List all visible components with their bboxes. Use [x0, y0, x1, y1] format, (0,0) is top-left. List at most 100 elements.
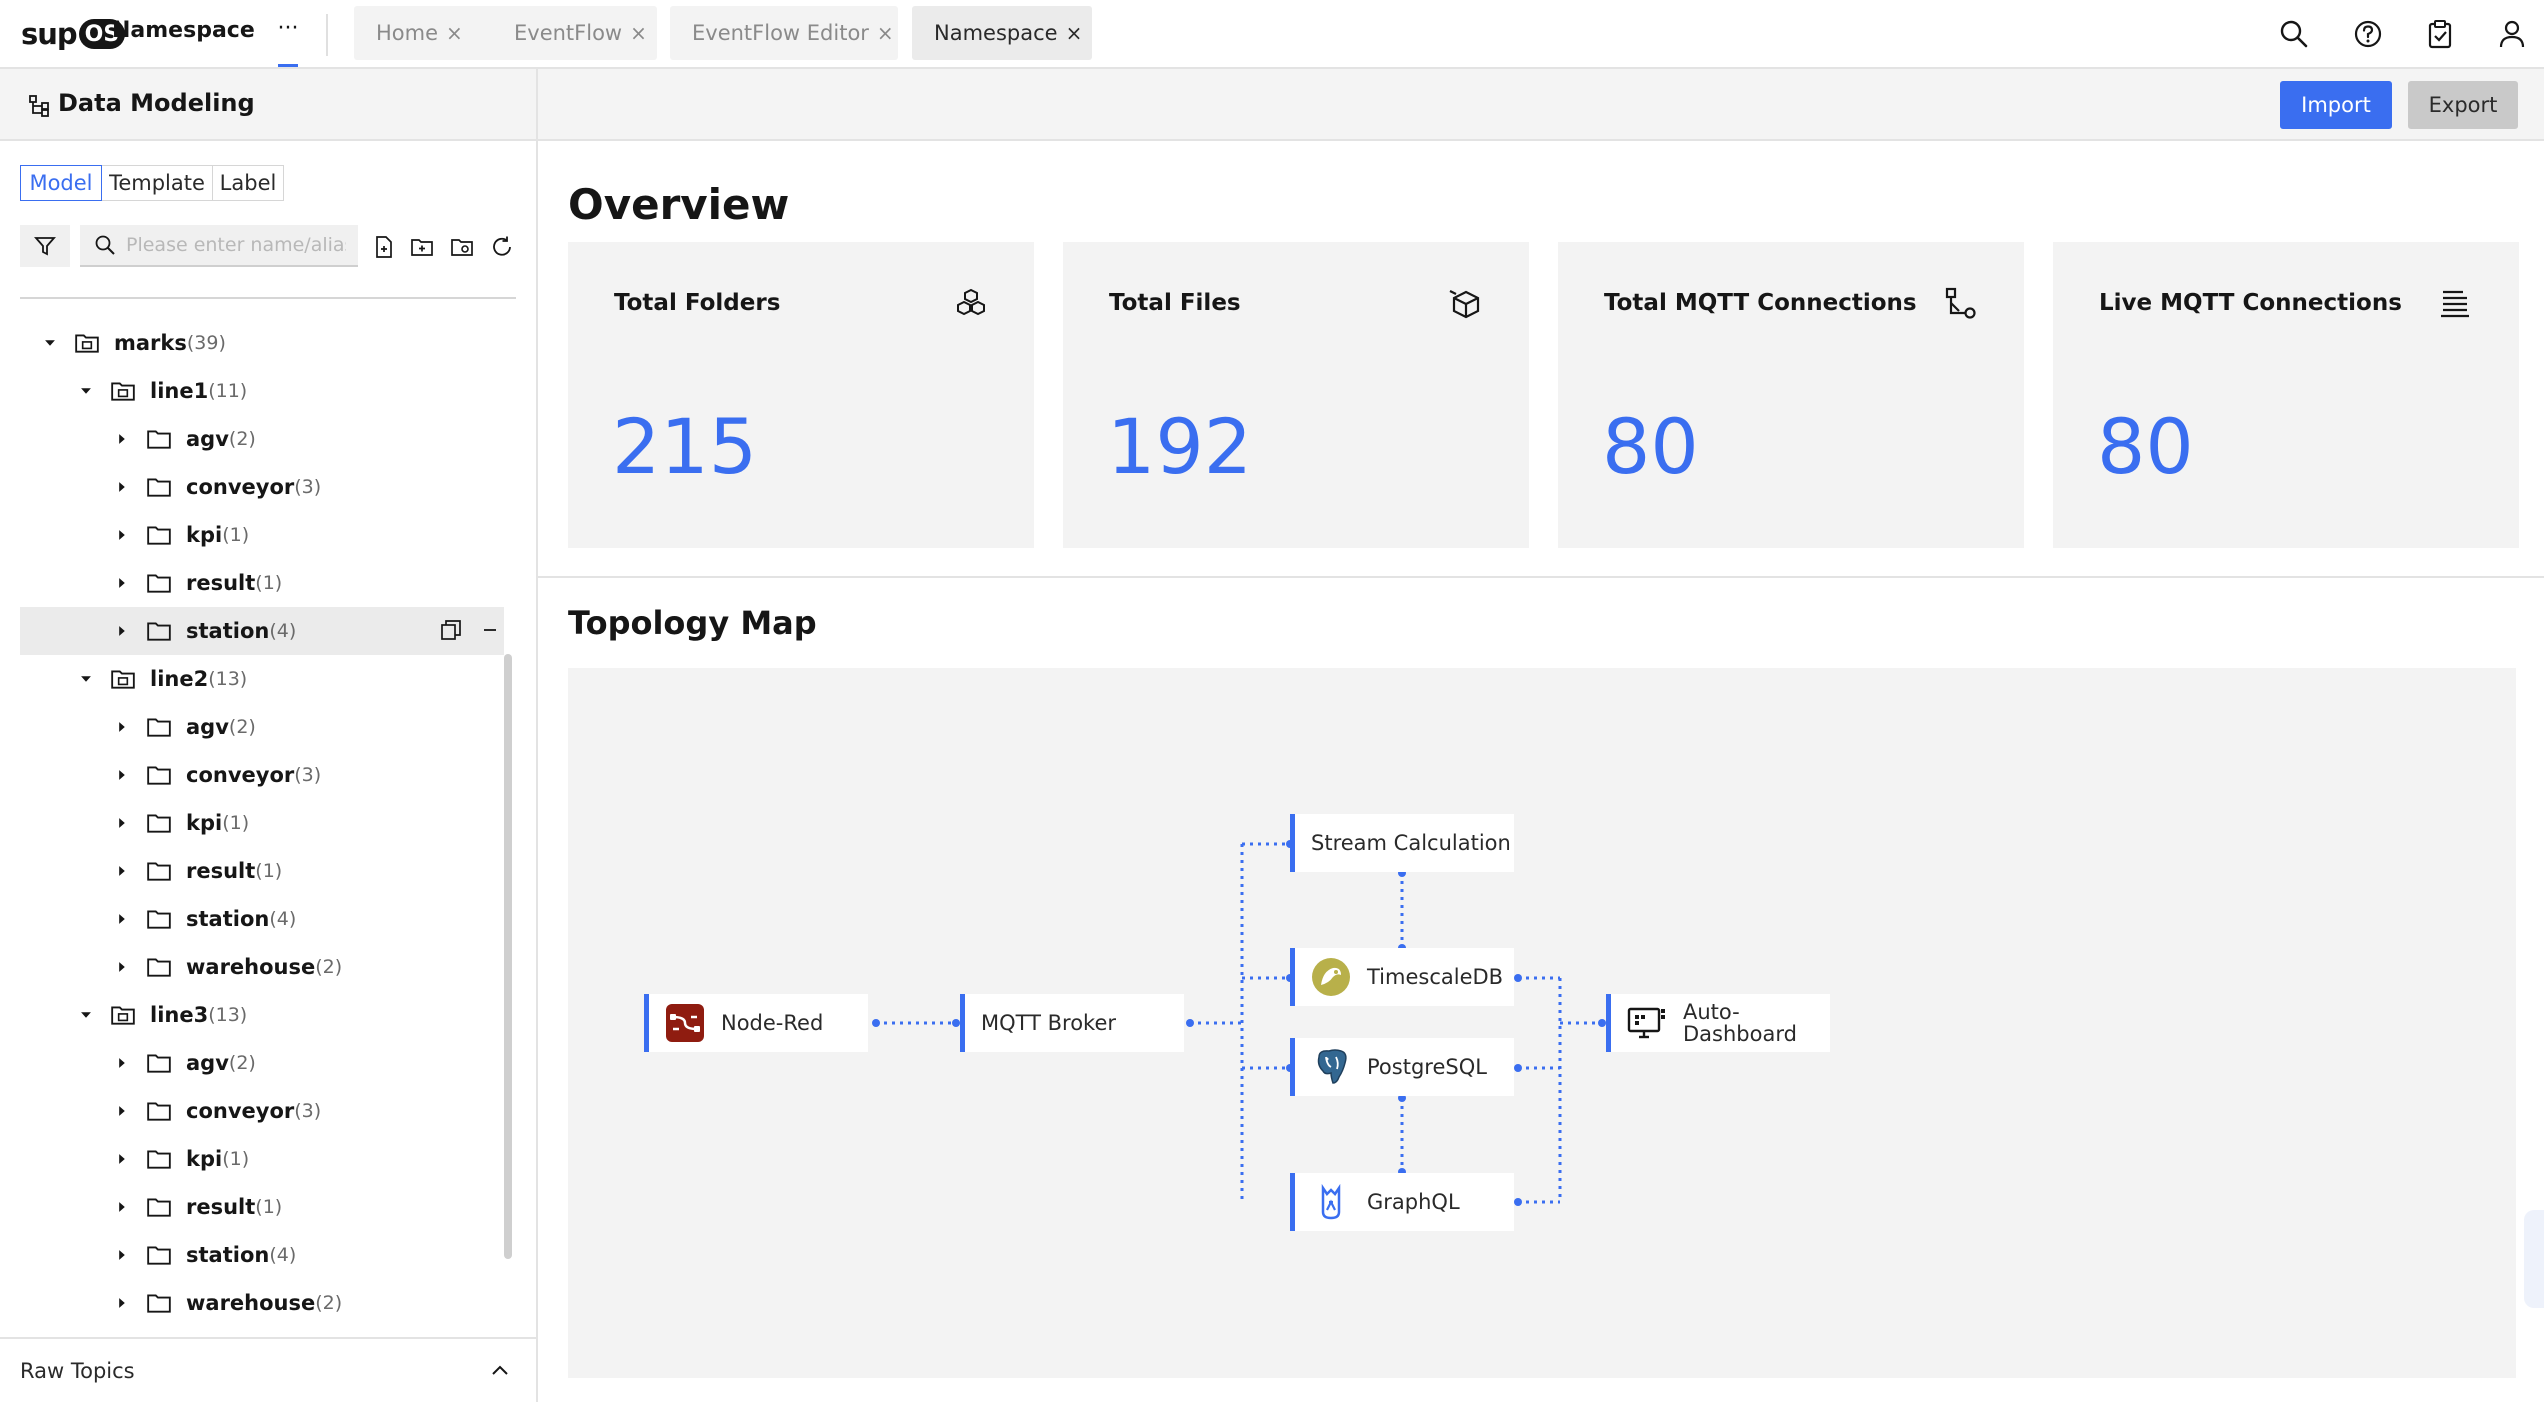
folder-settings-icon[interactable]	[450, 235, 474, 259]
add-folder-icon[interactable]	[410, 235, 434, 259]
dashboard-monitor-icon	[1627, 1003, 1667, 1043]
folder-icon	[147, 958, 171, 977]
stat-label: Total Files	[1109, 290, 1241, 316]
connection-icon	[1945, 287, 1976, 319]
tree-item-station[interactable]: station (4)	[20, 607, 504, 655]
more-menu-button[interactable]: ···	[274, 14, 302, 50]
tree-item-line2[interactable]: line2 (13)	[20, 655, 502, 703]
tree-item-conveyor[interactable]: conveyor (3)	[20, 1087, 502, 1135]
caret-right-icon[interactable]	[112, 621, 132, 641]
folder-icon	[111, 1006, 135, 1025]
timescaledb-node[interactable]: TimescaleDB	[1290, 948, 1514, 1006]
caret-down-icon[interactable]	[76, 669, 96, 689]
close-icon[interactable]: ×	[1066, 21, 1083, 45]
clipboard-icon[interactable]	[2424, 18, 2456, 50]
caret-right-icon[interactable]	[112, 573, 132, 593]
tree-item-label: line1	[150, 379, 209, 403]
caret-right-icon[interactable]	[112, 525, 132, 545]
collapse-minus-icon[interactable]	[482, 622, 498, 638]
tree-item-count: (4)	[269, 908, 297, 930]
tree-item-agv[interactable]: agv (2)	[20, 415, 502, 463]
close-icon[interactable]: ×	[877, 21, 894, 45]
tree-item-label: kpi	[186, 523, 223, 547]
copy-icon[interactable]	[440, 619, 462, 641]
add-file-icon[interactable]	[372, 235, 396, 259]
tab-eventflow-editor[interactable]: EventFlow Editor ×	[670, 6, 898, 60]
help-icon[interactable]	[2352, 18, 2384, 50]
tree-item-label: line3	[150, 1003, 209, 1027]
caret-right-icon[interactable]	[112, 957, 132, 977]
tree-scrollbar[interactable]	[504, 654, 512, 1259]
caret-right-icon[interactable]	[112, 1293, 132, 1313]
caret-right-icon[interactable]	[112, 909, 132, 929]
mqtt-broker-node[interactable]: MQTT Broker	[960, 994, 1184, 1052]
tree-item-line3[interactable]: line3 (13)	[20, 991, 502, 1039]
caret-right-icon[interactable]	[112, 429, 132, 449]
folder-icon	[75, 334, 99, 353]
node-red-node[interactable]: Node-Red	[644, 994, 868, 1052]
stat-label: Total MQTT Connections	[1604, 290, 1917, 316]
tree-item-conveyor[interactable]: conveyor (3)	[20, 751, 502, 799]
tree-item-marks[interactable]: marks (39)	[20, 319, 502, 367]
tab-eventflow[interactable]: EventFlow ×	[492, 6, 657, 60]
supos-logo[interactable]: sup OS	[21, 16, 126, 52]
tab-label: Home	[376, 21, 439, 45]
caret-right-icon[interactable]	[112, 813, 132, 833]
segment-label[interactable]: Label	[212, 165, 284, 201]
caret-right-icon[interactable]	[112, 477, 132, 497]
tree-item-line1[interactable]: line1 (11)	[20, 367, 502, 415]
tree-item-agv[interactable]: agv (2)	[20, 703, 502, 751]
close-icon[interactable]: ×	[446, 21, 463, 45]
stat-card-total-files: Total Files 192	[1063, 242, 1529, 548]
tab-home[interactable]: Home ×	[354, 6, 498, 60]
tree-item-conveyor[interactable]: conveyor (3)	[20, 463, 502, 511]
segment-template[interactable]: Template	[101, 165, 213, 201]
tab-namespace[interactable]: Namespace ×	[912, 6, 1092, 60]
tree-item-result[interactable]: result (1)	[20, 1183, 502, 1231]
caret-right-icon[interactable]	[112, 1197, 132, 1217]
tree-item-kpi[interactable]: kpi (1)	[20, 511, 502, 559]
stream-calculation-node[interactable]: Stream Calculation	[1290, 814, 1514, 872]
caret-right-icon[interactable]	[112, 1101, 132, 1121]
sidebar-title: Data Modeling	[58, 89, 255, 117]
auto-dashboard-node[interactable]: Auto- Dashboard	[1606, 994, 1830, 1052]
caret-right-icon[interactable]	[112, 1149, 132, 1169]
caret-down-icon[interactable]	[76, 381, 96, 401]
import-button[interactable]: Import	[2280, 81, 2392, 129]
graphql-node[interactable]: GraphQL	[1290, 1173, 1514, 1231]
logo-text: sup	[21, 17, 78, 51]
raw-topics-section[interactable]: Raw Topics	[0, 1337, 536, 1402]
caret-right-icon[interactable]	[112, 717, 132, 737]
stat-card-live-mqtt: Live MQTT Connections 80	[2053, 242, 2519, 548]
tree-item-result[interactable]: result (1)	[20, 847, 502, 895]
close-icon[interactable]: ×	[630, 21, 647, 45]
tree-item-count: (39)	[186, 332, 226, 354]
refresh-icon[interactable]	[490, 235, 514, 259]
segment-model[interactable]: Model	[20, 165, 102, 201]
tree-item-kpi[interactable]: kpi (1)	[20, 1135, 502, 1183]
export-button[interactable]: Export	[2408, 81, 2518, 129]
caret-right-icon[interactable]	[112, 765, 132, 785]
tree-item-warehouse[interactable]: warehouse (2)	[20, 943, 502, 991]
search-input[interactable]	[124, 233, 348, 257]
tree-item-count: (2)	[228, 716, 256, 738]
caret-down-icon[interactable]	[40, 333, 60, 353]
tree-item-result[interactable]: result (1)	[20, 559, 502, 607]
search-icon[interactable]	[2278, 18, 2310, 50]
user-icon[interactable]	[2496, 18, 2528, 50]
floating-assistant-handle[interactable]	[2524, 1210, 2544, 1308]
filter-button[interactable]	[20, 225, 70, 267]
postgresql-node[interactable]: PostgreSQL	[1290, 1038, 1514, 1096]
caret-right-icon[interactable]	[112, 1245, 132, 1265]
caret-right-icon[interactable]	[112, 1053, 132, 1073]
chevron-up-icon[interactable]	[490, 1361, 510, 1381]
tree-item-count: (3)	[294, 1100, 322, 1122]
tree-item-station[interactable]: station (4)	[20, 1231, 502, 1279]
tree-item-count: (1)	[222, 524, 250, 546]
tree-item-warehouse[interactable]: warehouse (2)	[20, 1279, 502, 1327]
tree-item-station[interactable]: station (4)	[20, 895, 502, 943]
tree-item-kpi[interactable]: kpi (1)	[20, 799, 502, 847]
caret-down-icon[interactable]	[76, 1005, 96, 1025]
caret-right-icon[interactable]	[112, 861, 132, 881]
tree-item-agv[interactable]: agv (2)	[20, 1039, 502, 1087]
